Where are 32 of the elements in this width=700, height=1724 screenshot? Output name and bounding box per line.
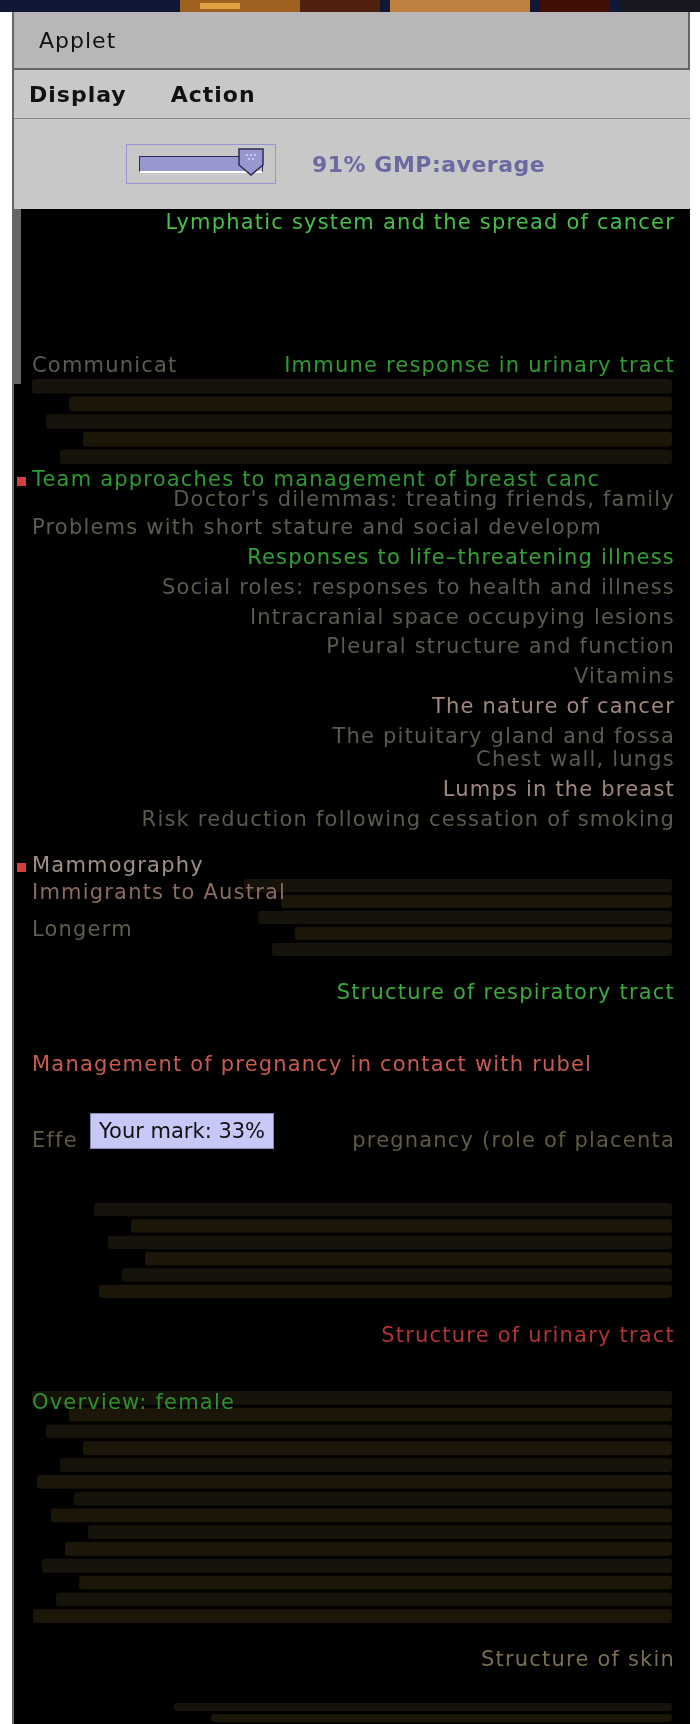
slider[interactable] — [126, 144, 276, 184]
topic-label[interactable]: Structure of skin — [481, 1646, 675, 1672]
topic-label[interactable]: Structure of respiratory tract — [336, 979, 675, 1005]
topic-label[interactable]: Immigrants to Austral — [32, 879, 287, 905]
topic-label[interactable]: Risk reduction following cessation of smoking — [141, 806, 675, 832]
menu-item[interactable]: Action — [170, 81, 256, 107]
menu-item[interactable]: Display — [29, 81, 127, 107]
topic-label[interactable]: The nature of cancer — [432, 693, 675, 719]
topic-label[interactable]: Immune response in urinary tract — [284, 352, 675, 378]
topic-label[interactable]: Structure of urinary tract — [381, 1322, 675, 1348]
topic-label[interactable]: Responses to life–threatening illness — [247, 544, 675, 570]
topic-label[interactable]: pregnancy (role of placenta — [352, 1127, 675, 1153]
topic-label[interactable]: Mammography — [32, 852, 204, 878]
topic-label[interactable]: Communicat — [32, 352, 178, 378]
topic-label[interactable]: Lymphatic system and the spread of cancer — [165, 209, 675, 235]
topic-label[interactable]: Chest wall, lungs — [476, 746, 675, 772]
topic-label[interactable]: Vitamins — [574, 663, 675, 689]
window-title: Applet — [39, 27, 117, 53]
topic-label[interactable]: Longerm — [32, 916, 133, 942]
topic-label[interactable]: Effe — [32, 1127, 78, 1153]
topic-label[interactable]: Lumps in the breast — [442, 776, 675, 802]
tooltip: Your mark: 33% — [90, 1113, 275, 1149]
slider-reading: 91% GMP:average — [312, 151, 546, 177]
topic-label[interactable]: The pituitary gland and fossa — [332, 723, 675, 749]
slider-thumb[interactable] — [237, 146, 265, 177]
topic-label[interactable]: Intracranial space occupying lesions — [249, 604, 675, 630]
topic-label[interactable]: Overview: female — [32, 1389, 236, 1415]
topic-label[interactable]: Social roles: responses to health and illness — [161, 574, 675, 600]
scrollbar[interactable] — [14, 209, 21, 384]
topic-label[interactable]: Pleural structure and function — [326, 633, 675, 659]
topic-label[interactable]: Management of pregnancy in contact with rubel — [32, 1051, 593, 1077]
topic-label[interactable]: Problems with short stature and social developm — [32, 514, 690, 540]
